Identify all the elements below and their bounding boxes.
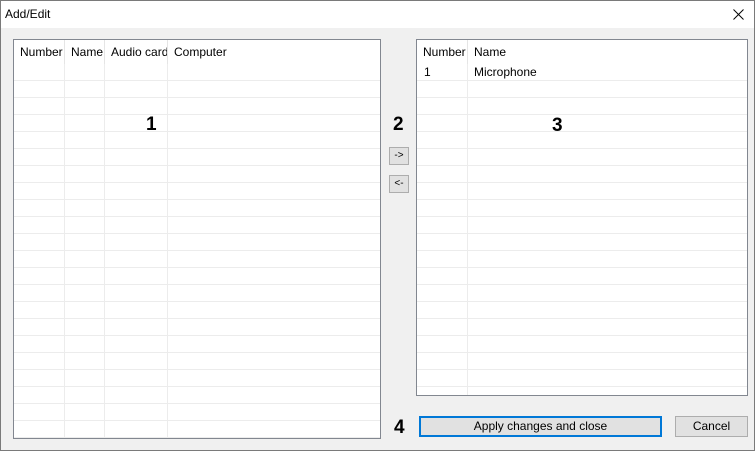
- column-header-number[interactable]: Number: [417, 40, 468, 64]
- table-row[interactable]: 1 Microphone: [417, 64, 747, 81]
- annotation-3: 3: [552, 115, 563, 136]
- close-icon: [732, 9, 744, 20]
- column-divider: [64, 64, 65, 438]
- cancel-button[interactable]: Cancel: [675, 416, 748, 437]
- column-divider: [167, 64, 168, 438]
- annotation-2: 2: [393, 114, 404, 135]
- column-header-number[interactable]: Number: [14, 40, 65, 64]
- title-bar: Add/Edit: [1, 1, 754, 28]
- add-edit-dialog: Add/Edit Number Name Audio card Computer…: [0, 0, 755, 451]
- column-header-name[interactable]: Name: [65, 40, 105, 64]
- row-name: Microphone: [474, 65, 537, 79]
- column-header-audio-card[interactable]: Audio card: [105, 40, 168, 64]
- right-list-header: Number Name: [417, 40, 747, 64]
- column-divider: [104, 64, 105, 438]
- column-header-name[interactable]: Name: [468, 40, 747, 64]
- window-title: Add/Edit: [5, 7, 51, 21]
- annotation-4: 4: [394, 417, 405, 438]
- right-list-rows: 1 Microphone: [417, 64, 747, 395]
- annotation-1: 1: [146, 114, 157, 135]
- add-to-selected-button[interactable]: ->: [389, 147, 409, 165]
- available-devices-list[interactable]: Number Name Audio card Computer: [13, 39, 381, 439]
- left-list-rows: [14, 64, 380, 438]
- column-divider: [467, 64, 468, 395]
- left-list-header: Number Name Audio card Computer: [14, 40, 380, 64]
- selected-devices-list[interactable]: Number Name 1 Microphone: [416, 39, 748, 396]
- close-button[interactable]: [722, 1, 754, 28]
- apply-changes-and-close-button[interactable]: Apply changes and close: [419, 416, 662, 437]
- column-header-computer[interactable]: Computer: [168, 40, 380, 64]
- row-number: 1: [424, 65, 431, 79]
- remove-from-selected-button[interactable]: <-: [389, 175, 409, 193]
